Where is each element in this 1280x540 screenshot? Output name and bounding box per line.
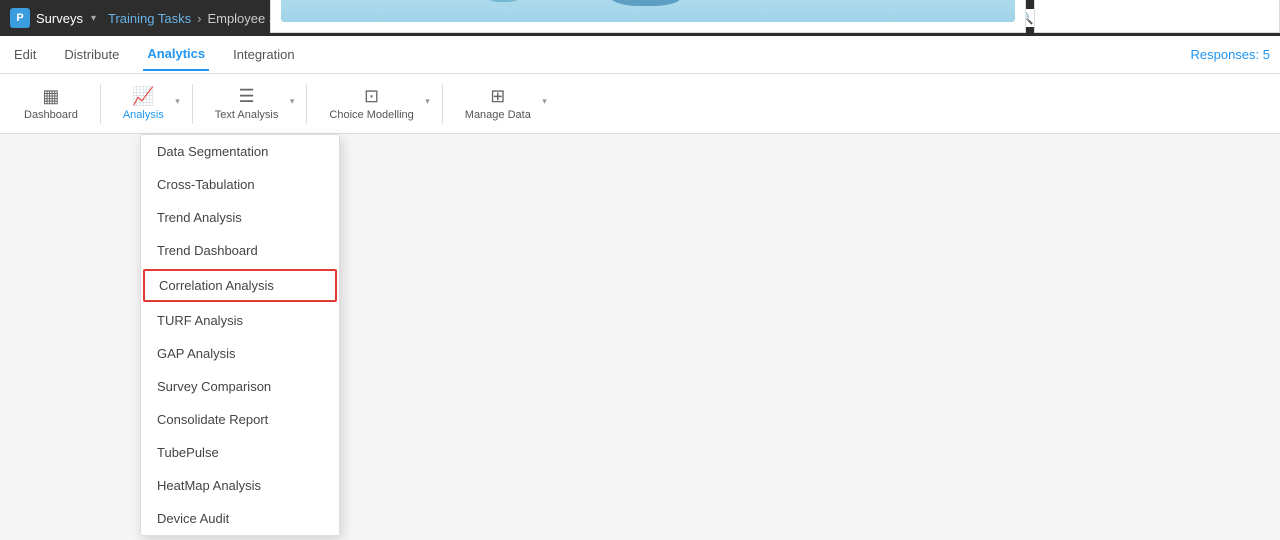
distribution-chart: Response Distribution <box>270 0 1026 33</box>
text-analysis-icon: ☰ <box>239 86 255 107</box>
choice-modelling-icon: ⊡ <box>364 86 379 107</box>
dropdown-consolidate-report[interactable]: Consolidate Report <box>141 403 339 436</box>
logo-caret-icon: ▾ <box>91 13 96 24</box>
toolbar-analysis[interactable]: 📈 Analysis <box>109 82 184 125</box>
dropdown-device-audit[interactable]: Device Audit <box>141 502 339 535</box>
world-map <box>281 0 1015 22</box>
bottom-section: Response Distribution Countries Response… <box>270 0 1280 33</box>
responses-count: Responses: 5 <box>1191 47 1271 62</box>
dashboard-icon: ▦ <box>42 86 59 107</box>
logo-text: Surveys <box>36 11 83 26</box>
toolbar-divider-4 <box>442 84 443 124</box>
main-content-area: Link https://www.questionpro.com/t/P f t… <box>270 0 1280 33</box>
manage-data-icon: ⊞ <box>490 86 505 107</box>
nav-integration[interactable]: Integration <box>229 39 298 70</box>
dropdown-data-segmentation[interactable]: Data Segmentation <box>141 135 339 168</box>
breadcrumb-parent[interactable]: Training Tasks <box>108 11 191 26</box>
analysis-icon: 📈 <box>132 86 154 107</box>
logo-area[interactable]: P Surveys ▾ <box>10 8 96 28</box>
toolbar-manage-data-label: Manage Data <box>465 109 531 121</box>
breadcrumb-separator: › <box>197 11 201 26</box>
dropdown-trend-analysis[interactable]: Trend Analysis <box>141 201 339 234</box>
dropdown-correlation-analysis[interactable]: Correlation Analysis <box>143 269 337 302</box>
dropdown-turf-analysis[interactable]: TURF Analysis <box>141 304 339 337</box>
toolbar-divider-1 <box>100 84 101 124</box>
nav-analytics[interactable]: Analytics <box>143 38 209 71</box>
nav-edit[interactable]: Edit <box>10 39 40 70</box>
toolbar-divider-3 <box>306 84 307 124</box>
dropdown-heatmap-analysis[interactable]: HeatMap Analysis <box>141 469 339 502</box>
toolbar-dashboard-label: Dashboard <box>24 109 78 121</box>
toolbar-text-analysis[interactable]: ☰ Text Analysis <box>201 82 299 125</box>
toolbar-choice-modelling[interactable]: ⊡ Choice Modelling <box>315 82 433 125</box>
toolbar-manage-data[interactable]: ⊞ Manage Data <box>451 82 551 125</box>
chart-area <box>281 0 1015 22</box>
country-table: Countries Responses IN 100.00% Total 100… <box>1034 0 1280 33</box>
toolbar-divider-2 <box>192 84 193 124</box>
toolbar-choice-modelling-label: Choice Modelling <box>329 109 413 121</box>
toolbar: ▦ Dashboard 📈 Analysis ☰ Text Analysis ⊡… <box>0 74 1280 134</box>
nav-distribute[interactable]: Distribute <box>60 39 123 70</box>
toolbar-text-analysis-label: Text Analysis <box>215 109 279 121</box>
toolbar-analysis-label: Analysis <box>123 109 164 121</box>
dropdown-tubepulse[interactable]: TubePulse <box>141 436 339 469</box>
dropdown-trend-dashboard[interactable]: Trend Dashboard <box>141 234 339 267</box>
dropdown-gap-analysis[interactable]: GAP Analysis <box>141 337 339 370</box>
toolbar-dashboard[interactable]: ▦ Dashboard <box>10 82 92 125</box>
dropdown-cross-tabulation[interactable]: Cross-Tabulation <box>141 168 339 201</box>
secondary-nav: Edit Distribute Analytics Integration Re… <box>0 36 1280 74</box>
logo-icon: P <box>10 8 30 28</box>
dropdown-survey-comparison[interactable]: Survey Comparison <box>141 370 339 403</box>
analysis-dropdown: Data Segmentation Cross-Tabulation Trend… <box>140 134 340 536</box>
